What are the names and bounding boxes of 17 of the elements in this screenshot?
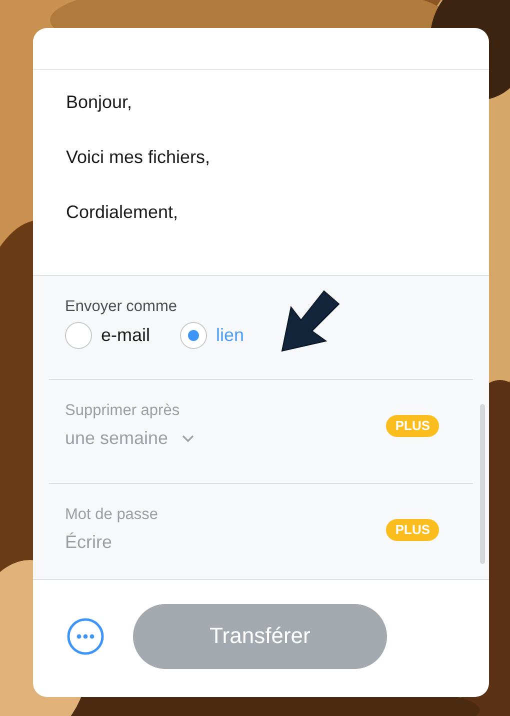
arrow	[281, 290, 340, 352]
plus-badge: PLUS	[386, 518, 439, 540]
more-button[interactable]	[67, 618, 104, 654]
field-label: Envoyer comme	[65, 298, 178, 316]
field-label: Supprimer après	[65, 402, 181, 420]
message-line: Bonjour,	[66, 92, 134, 112]
plus-badge: PLUS	[386, 414, 439, 436]
message-line: Voici mes fichiers,	[66, 147, 212, 167]
message-line: Cordialement,	[66, 202, 180, 222]
scrollbar[interactable]	[480, 404, 485, 564]
chevron-down-icon	[182, 434, 194, 442]
more-icon	[67, 618, 104, 654]
radio-button[interactable]	[65, 322, 92, 349]
radio-option[interactable]: e-mail	[65, 322, 150, 349]
field-label: Mot de passe	[65, 506, 160, 524]
radio-button[interactable]	[180, 322, 208, 349]
radio-option[interactable]: lien	[180, 322, 244, 349]
